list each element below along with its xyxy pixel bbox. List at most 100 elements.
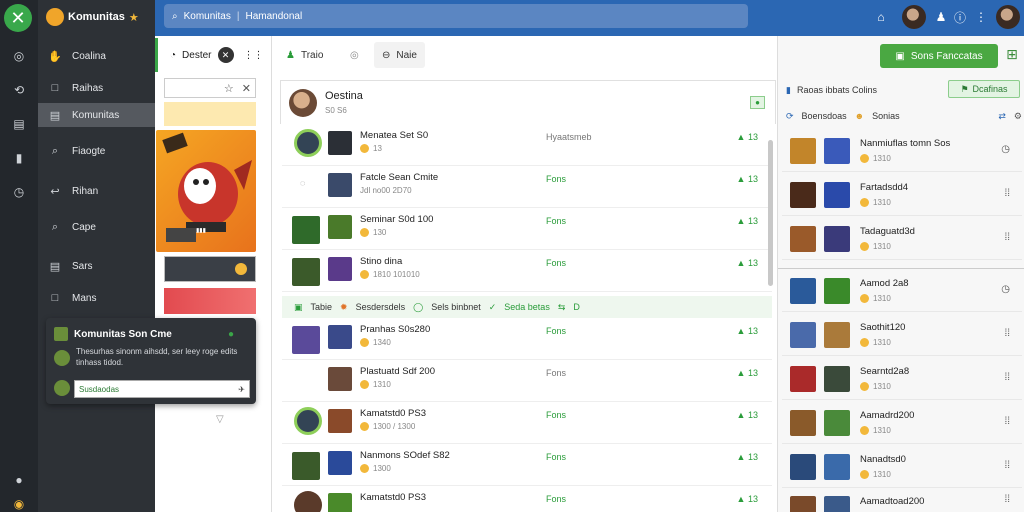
row-action[interactable]: ▲ 13 (737, 494, 758, 504)
nav-item-mans[interactable]: □ Mans (38, 286, 155, 310)
thumbs-up-icon: ▲ (736, 452, 746, 462)
item-name: Searntd2a8 (860, 366, 910, 377)
game-tile-red[interactable] (164, 288, 256, 314)
list-row[interactable]: Kamatstd0 PS3 1300 / 1300 Fons ▲ 13 (282, 402, 772, 444)
row-action-count: 13 (747, 326, 758, 336)
eye-icon[interactable]: ◎ (350, 50, 359, 61)
home-icon[interactable]: ⌂ (872, 8, 890, 26)
list-item[interactable]: Aamadrd200 1310 ⁞⁞ (782, 404, 1022, 444)
coin-icon (860, 470, 869, 479)
list-item[interactable]: Fartadsdd4 1310 ⁞⁞ (782, 176, 1022, 216)
nav-item-label: Coalina (72, 50, 106, 62)
right-sub-label-2: Sonias (872, 111, 900, 121)
row-action[interactable]: ▲ 13 (737, 216, 758, 226)
list-item[interactable]: Nanadtsd0 1310 ⁞⁞ (782, 448, 1022, 488)
grid-icon[interactable]: ⁞⁞ (1004, 416, 1010, 427)
avatar[interactable] (902, 5, 926, 29)
help-icon[interactable]: ● (9, 470, 29, 490)
grid-icon[interactable]: ⊞ (1004, 46, 1020, 62)
nav-item-cape[interactable]: ⌕ Cape (38, 215, 155, 239)
clock-icon[interactable]: ◷ (1001, 144, 1010, 155)
grid-icon[interactable]: ⁞⁞ (1004, 188, 1010, 199)
gear-icon[interactable]: ✹ (340, 302, 348, 313)
row-sub-text: Jdl no00 2D70 (360, 186, 412, 195)
list-row[interactable]: Pranhas S0s280 1340 Fons ▲ 13 (282, 318, 772, 360)
panel-header[interactable]: ◔ Dester ✕ ⋮⋮ (155, 38, 272, 72)
info-icon[interactable]: ⓘ (951, 8, 969, 26)
list-row[interactable]: Seminar S0d 100 130 Fons ▲ 13 (282, 208, 772, 250)
filter-box[interactable]: ☆ ✕ (164, 78, 256, 98)
nav-item-coalina[interactable]: ✋ Coalina (38, 44, 155, 68)
nav-item-sars[interactable]: ▤ Sars (38, 254, 155, 278)
row-action[interactable]: ▲ 13 (737, 326, 758, 336)
grid-icon[interactable]: ⁞⁞ (1004, 372, 1010, 383)
right-head-button[interactable]: ⚑ Dcafinas (948, 80, 1020, 98)
row-action[interactable]: ▲ 13 (737, 132, 758, 142)
row-sub-text: 130 (373, 228, 387, 237)
clock-icon[interactable]: ⟲ (9, 80, 29, 100)
grid-icon[interactable]: ⋮⋮ (244, 50, 264, 61)
scrollbar[interactable] (768, 140, 773, 286)
avatar-profile[interactable] (996, 5, 1020, 29)
grid-icon[interactable]: ⁞⁞ (1004, 328, 1010, 339)
row-action[interactable]: ▲ 13 (737, 452, 758, 462)
featured-game-art[interactable]: ▮▮▮ (156, 130, 256, 252)
grid-icon[interactable]: ⁞⁞ (1004, 232, 1010, 243)
compass-icon[interactable]: ◎ (9, 46, 29, 66)
highlight-banner[interactable] (164, 102, 256, 126)
toggle-icon[interactable]: ⇆ (558, 302, 566, 313)
item-sub-text: 1310 (873, 198, 891, 207)
list-item[interactable]: Aamadtoad200 ⁞⁞ (782, 490, 1022, 512)
filter-item[interactable]: Seda betas (504, 302, 550, 312)
game-tile[interactable] (164, 256, 256, 282)
user-icon[interactable]: ♟ (932, 8, 950, 26)
filter-item[interactable]: Sesdersdels (356, 302, 406, 312)
list-item[interactable]: Saothit120 1310 ⁞⁞ (782, 316, 1022, 356)
list-row[interactable]: Kamatstd0 PS3 Fons ▲ 13 (282, 486, 772, 512)
favorites-button[interactable]: ▣ Sons Fanccatas (880, 44, 998, 68)
coin-icon[interactable]: ◉ (9, 494, 29, 512)
link-icon[interactable]: ⇄ (998, 111, 1006, 122)
clock-icon[interactable]: ◷ (1001, 284, 1010, 295)
nav-item-raihas[interactable]: □ Raihas (38, 76, 155, 100)
row-action[interactable]: ▲ 13 (737, 258, 758, 268)
tab-traio[interactable]: ♟ Traio (278, 42, 332, 68)
chevron-down-icon[interactable]: ▽ (216, 414, 224, 425)
list-item[interactable]: Nanmiuflas tomn Sos 1310 ◷ (782, 132, 1022, 172)
settings-icon[interactable]: ⚙ (1014, 111, 1022, 122)
row-action[interactable]: ▲ 13 (737, 410, 758, 420)
star-outline-icon[interactable]: ☆ (224, 82, 234, 95)
list-item[interactable]: Aamod 2a8 1310 ◷ (782, 272, 1022, 312)
nav-item-rihan[interactable]: ↩ Rihan (38, 179, 155, 203)
app-logo-x-icon[interactable]: ✕ (4, 4, 32, 32)
row-action[interactable]: ▲ 13 (737, 174, 758, 184)
inbox-icon[interactable]: ▤ (9, 114, 29, 134)
game-thumb (824, 366, 850, 392)
list-row[interactable]: Menatea Set S0 13 Hyaatsmeb ▲ 13 (282, 124, 772, 166)
tab-naie[interactable]: ⊖ Naie (374, 42, 425, 68)
pin-icon[interactable]: ✈ (238, 385, 245, 394)
grid-icon[interactable]: ⁞⁞ (1004, 460, 1010, 471)
book-icon[interactable]: ▮ (9, 148, 29, 168)
thumbs-up-icon: ▲ (736, 132, 746, 142)
item-name: Aamadrd200 (860, 410, 915, 421)
list-item[interactable]: Searntd2a8 1310 ⁞⁞ (782, 360, 1022, 400)
list-row[interactable]: Stino dina 1810 101010 Fons ▲ 13 (282, 250, 772, 292)
brand[interactable]: Komunitas ★ (46, 6, 156, 28)
filter-item[interactable]: Sels binbnet (431, 302, 481, 312)
nav-item-komunitas[interactable]: ▤ Komunitas (38, 103, 155, 127)
grid-icon[interactable]: ⁞⁞ (1004, 494, 1010, 505)
list-row[interactable]: Plastuatd Sdf 200 1310 Fons ▲ 13 (282, 360, 772, 402)
close-circle-icon[interactable]: ✕ (217, 47, 234, 63)
search-input[interactable]: ⌕ Komunitas | Hamandonal (164, 4, 748, 28)
close-icon[interactable]: ✕ (242, 82, 251, 95)
timer-icon[interactable]: ◷ (9, 182, 29, 202)
row-action[interactable]: ▲ 13 (737, 368, 758, 378)
menu-icon[interactable]: ⋮ (972, 8, 990, 26)
item-sub-text: 1310 (873, 382, 891, 391)
nav-item-fiaogte[interactable]: ⌕ Fiaogte (38, 139, 155, 163)
list-row[interactable]: Nanmons SOdef S82 1300 Fons ▲ 13 (282, 444, 772, 486)
popup-input[interactable]: Susdaodas ✈ (74, 380, 250, 398)
list-row[interactable]: ◌ Fatcle Sean Cmite Jdl no00 2D70 Fons ▲… (282, 166, 772, 208)
list-item[interactable]: Tadaguatd3d 1310 ⁞⁞ (782, 220, 1022, 260)
